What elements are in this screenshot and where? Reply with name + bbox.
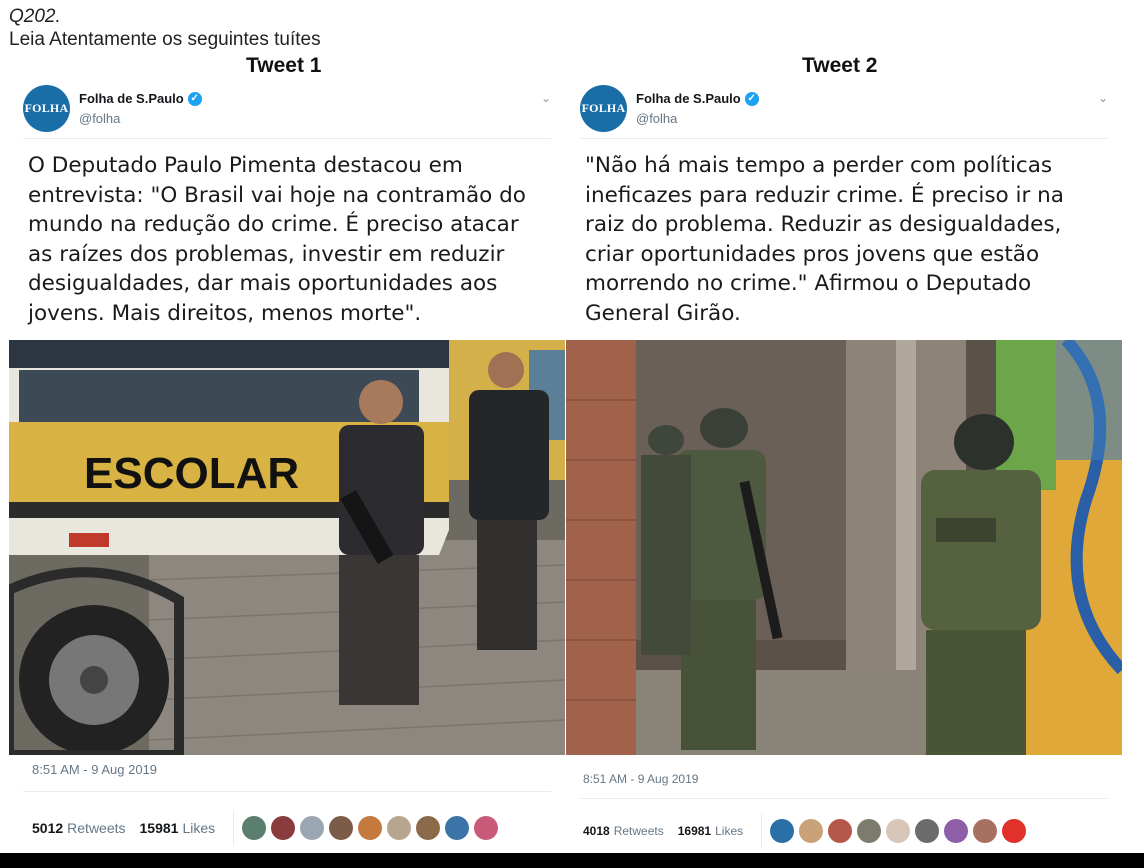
liker-avatar[interactable] bbox=[474, 816, 499, 840]
retweets-label: Retweets bbox=[67, 820, 126, 836]
tweet-author[interactable]: FOLHA Folha de S.Paulo ✓ @folha ⌄ bbox=[23, 85, 555, 135]
soldiers-alley-photo bbox=[566, 340, 1122, 755]
liker-avatar[interactable] bbox=[300, 816, 325, 840]
retweets-label: Retweets bbox=[613, 824, 664, 838]
account-name-label: Folha de S.Paulo bbox=[79, 91, 184, 106]
account-name[interactable]: Folha de S.Paulo ✓ bbox=[79, 91, 202, 106]
question-number: Q202. bbox=[9, 6, 61, 27]
tweet-text: O Deputado Paulo Pimenta destacou em ent… bbox=[28, 153, 526, 326]
liker-avatars bbox=[242, 816, 499, 840]
retweets-stat[interactable]: 4018 Retweets bbox=[583, 824, 664, 838]
liker-avatar[interactable] bbox=[387, 816, 412, 840]
divider bbox=[761, 813, 763, 849]
retweets-count: 5012 bbox=[32, 820, 64, 836]
likes-stat[interactable]: 15981 Likes bbox=[140, 820, 216, 836]
tweet-card-1: FOLHA Folha de S.Paulo ✓ @folha ⌄ O Depu… bbox=[9, 78, 565, 853]
tweet-photo[interactable] bbox=[566, 340, 1122, 755]
avatar[interactable]: FOLHA bbox=[580, 85, 627, 132]
account-name-label: Folha de S.Paulo bbox=[636, 91, 741, 106]
verified-badge-icon: ✓ bbox=[744, 91, 759, 106]
liker-avatar[interactable] bbox=[828, 819, 853, 843]
verified-badge-icon: ✓ bbox=[187, 91, 202, 106]
retweets-stat[interactable]: 5012 Retweets bbox=[32, 820, 126, 836]
liker-avatars bbox=[770, 819, 1027, 843]
divider bbox=[23, 791, 551, 792]
tweet-2-heading: Tweet 2 bbox=[802, 54, 878, 77]
liker-avatar[interactable] bbox=[1002, 819, 1027, 843]
instruction-text: Leia Atentamente os seguintes tuítes bbox=[9, 29, 321, 50]
liker-avatar[interactable] bbox=[857, 819, 882, 843]
divider bbox=[233, 810, 235, 846]
tweet-card-2: FOLHA Folha de S.Paulo ✓ @folha ⌄ "Não h… bbox=[566, 78, 1122, 853]
tweet-stats: 4018 Retweets 16981 Likes bbox=[583, 813, 1027, 849]
likes-count: 15981 bbox=[139, 820, 179, 836]
liker-avatar[interactable] bbox=[770, 819, 795, 843]
liker-avatar[interactable] bbox=[973, 819, 998, 843]
likes-label: Likes bbox=[182, 820, 216, 836]
tweet-photo[interactable]: ESCOLAR bbox=[9, 340, 565, 755]
liker-avatar[interactable] bbox=[358, 816, 383, 840]
likes-count: 16981 bbox=[677, 824, 712, 838]
liker-avatar[interactable] bbox=[886, 819, 911, 843]
divider bbox=[580, 798, 1108, 799]
bottom-bar bbox=[0, 853, 1144, 868]
account-handle[interactable]: @folha bbox=[636, 111, 677, 126]
police-bus-photo: ESCOLAR bbox=[9, 340, 565, 755]
likes-stat[interactable]: 16981 Likes bbox=[678, 824, 743, 838]
chevron-down-icon[interactable]: ⌄ bbox=[541, 91, 551, 105]
bus-label: ESCOLAR bbox=[84, 449, 299, 498]
liker-avatar[interactable] bbox=[329, 816, 354, 840]
liker-avatar[interactable] bbox=[242, 816, 267, 840]
liker-avatar[interactable] bbox=[799, 819, 824, 843]
tweet-timestamp[interactable]: 8:51 AM - 9 Aug 2019 bbox=[32, 762, 157, 777]
liker-avatar[interactable] bbox=[445, 816, 470, 840]
account-name[interactable]: Folha de S.Paulo ✓ bbox=[636, 91, 759, 106]
liker-avatar[interactable] bbox=[416, 816, 441, 840]
divider bbox=[23, 138, 551, 139]
tweet-timestamp[interactable]: 8:51 AM - 9 Aug 2019 bbox=[583, 772, 698, 786]
liker-avatar[interactable] bbox=[944, 819, 969, 843]
tweet-author[interactable]: FOLHA Folha de S.Paulo ✓ @folha ⌄ bbox=[580, 85, 1112, 135]
liker-avatar[interactable] bbox=[915, 819, 940, 843]
chevron-down-icon[interactable]: ⌄ bbox=[1098, 91, 1108, 105]
likes-label: Likes bbox=[715, 824, 744, 838]
tweet-text: "Não há mais tempo a perder com política… bbox=[585, 153, 1064, 326]
retweets-count: 4018 bbox=[583, 824, 610, 838]
liker-avatar[interactable] bbox=[271, 816, 296, 840]
account-handle[interactable]: @folha bbox=[79, 111, 120, 126]
tweet-stats: 5012 Retweets 15981 Likes bbox=[32, 810, 499, 846]
avatar[interactable]: FOLHA bbox=[23, 85, 70, 132]
tweet-1-heading: Tweet 1 bbox=[246, 54, 322, 77]
divider bbox=[580, 138, 1108, 139]
